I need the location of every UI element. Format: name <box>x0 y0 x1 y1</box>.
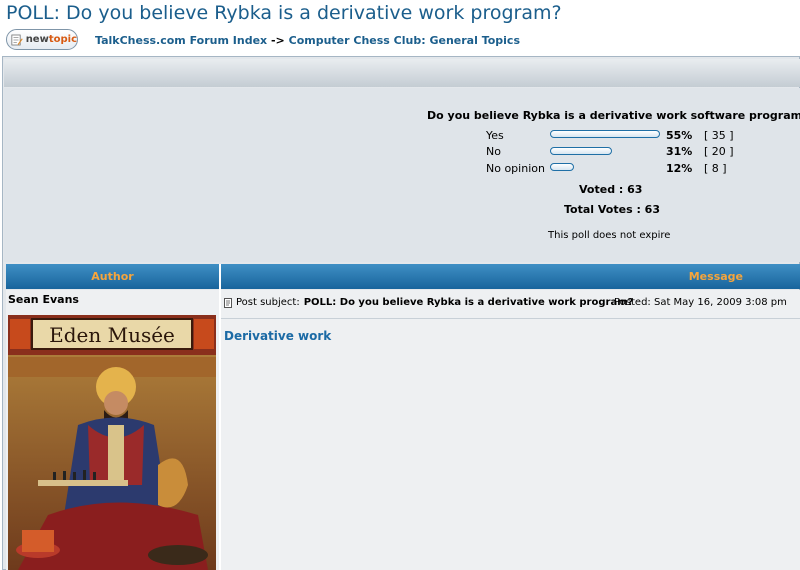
post-subject-label: Post subject: <box>236 297 300 308</box>
new-topic-label-new: new <box>25 34 49 45</box>
poll-bar-no-opinion <box>550 163 574 171</box>
poll-expire-note: This poll does not expire <box>548 230 671 241</box>
post-subject-row: Post subject: POLL: Do you believe Rybka… <box>224 297 633 308</box>
post-body: Derivative work <box>224 329 332 343</box>
poll-option-label: No <box>486 145 501 158</box>
new-topic-label-topic: topic <box>48 34 77 45</box>
author-name[interactable]: Sean Evans <box>8 293 79 306</box>
poll-option-label: No opinion <box>486 162 545 175</box>
panel-top-bar <box>4 59 800 87</box>
post-date: Posted: Sat May 16, 2009 3:08 pm <box>614 297 787 308</box>
poll-voted: Voted : 63 <box>579 183 643 196</box>
poll-option-count: [ 20 ] <box>704 145 734 158</box>
pencil-icon <box>11 34 23 45</box>
message-column-header: Message <box>221 264 800 289</box>
poll-option-percent: 55% <box>666 129 693 142</box>
avatar: Eden Musée <box>8 315 216 570</box>
poll-question: Do you believe Rybka is a derivative wor… <box>427 109 800 122</box>
post-icon[interactable] <box>224 297 233 308</box>
poll-option-count: [ 35 ] <box>704 129 734 142</box>
poll-option-percent: 31% <box>666 145 693 158</box>
poll-option-count: [ 8 ] <box>704 162 727 175</box>
post-subject: POLL: Do you believe Rybka is a derivati… <box>303 297 634 308</box>
poll-option-label: Yes <box>486 129 504 142</box>
new-topic-button[interactable]: new topic <box>6 29 78 50</box>
page-title[interactable]: POLL: Do you believe Rybka is a derivati… <box>6 2 562 24</box>
avatar-caption: Eden Musée <box>49 323 175 347</box>
breadcrumb-separator: -> <box>270 34 285 47</box>
breadcrumb-section[interactable]: Computer Chess Club: General Topics <box>289 34 520 47</box>
post-divider <box>221 318 800 319</box>
breadcrumb: TalkChess.com Forum Index -> Computer Ch… <box>95 34 520 47</box>
poll-bar-yes <box>550 130 660 138</box>
breadcrumb-forum-index[interactable]: TalkChess.com Forum Index <box>95 34 267 47</box>
author-column-header: Author <box>6 264 219 289</box>
poll-option-percent: 12% <box>666 162 693 175</box>
poll-total-votes: Total Votes : 63 <box>564 203 660 216</box>
poll-bar-no <box>550 147 612 155</box>
